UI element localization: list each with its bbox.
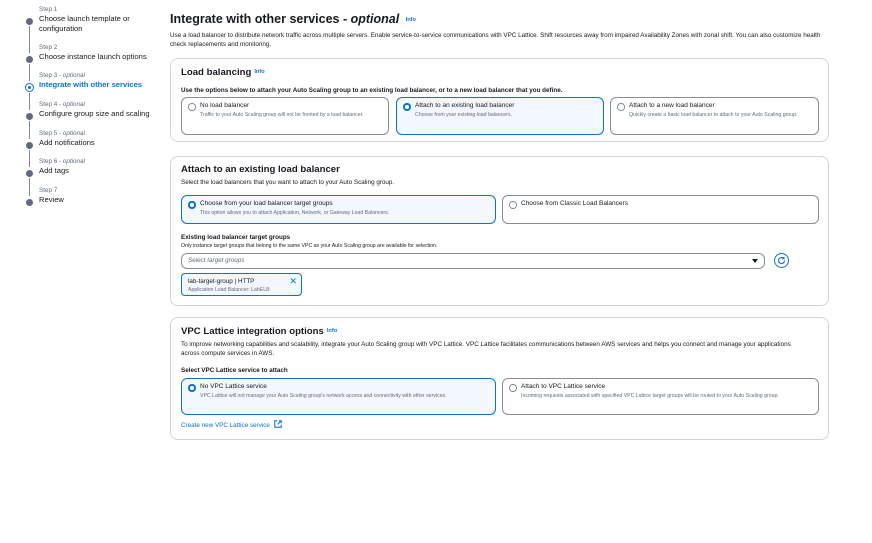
step-5[interactable]: Step 5 - optional Add notifications bbox=[24, 130, 160, 158]
option-attach-vpc-lattice[interactable]: Attach to VPC Lattice service Incoming r… bbox=[502, 378, 819, 415]
step-number: Step 7 bbox=[39, 187, 58, 194]
option-attach-new-load-balancer[interactable]: Attach to a new load balancer Quickly cr… bbox=[610, 97, 819, 135]
option-classic-load-balancers[interactable]: Choose from Classic Load Balancers bbox=[502, 195, 819, 224]
step-number: Step 2 bbox=[39, 44, 58, 51]
wizard-steps: Step 1 Choose launch template or configu… bbox=[24, 6, 160, 207]
step-7[interactable]: Step 7 Review bbox=[24, 187, 160, 207]
step-title[interactable]: Add notifications bbox=[39, 138, 160, 148]
caret-down-icon bbox=[752, 259, 758, 263]
step-title[interactable]: Configure group size and scaling bbox=[39, 109, 160, 119]
refresh-icon[interactable] bbox=[774, 253, 789, 268]
step-dot-icon bbox=[26, 18, 33, 25]
step-dot-icon bbox=[26, 170, 33, 177]
token-description: Application Load Balancer: LabELB bbox=[188, 287, 270, 293]
radio-icon[interactable] bbox=[403, 103, 411, 111]
section-subtitle: Select the load balancers that you want … bbox=[181, 179, 395, 186]
step-title[interactable]: Add tags bbox=[39, 166, 160, 176]
target-groups-hint: Only instance target groups that belong … bbox=[181, 243, 438, 249]
step-dot-icon bbox=[26, 142, 33, 149]
page-header: Integrate with other services - optional… bbox=[170, 11, 830, 49]
radio-icon[interactable] bbox=[509, 201, 517, 209]
step-title[interactable]: Choose instance launch options bbox=[39, 52, 160, 62]
target-groups-select[interactable]: Select target groups bbox=[181, 253, 765, 269]
step-dot-icon bbox=[25, 83, 34, 92]
step-number: Step 4 - optional bbox=[39, 101, 85, 108]
section-title: Load balancing Info bbox=[181, 67, 265, 78]
section-title: VPC Lattice integration options Info bbox=[181, 326, 338, 337]
close-icon[interactable]: ✕ bbox=[289, 276, 297, 286]
radio-icon[interactable] bbox=[188, 201, 196, 209]
step-title[interactable]: Choose launch template or configuration bbox=[39, 14, 149, 34]
option-target-groups[interactable]: Choose from your load balancer target gr… bbox=[181, 195, 496, 224]
step-number: Step 3 - optional bbox=[39, 72, 85, 79]
page-title: Integrate with other services - optional… bbox=[170, 12, 416, 26]
vpc-lattice-select-label: Select VPC Lattice service to attach bbox=[181, 367, 288, 374]
info-link[interactable]: Info bbox=[406, 17, 416, 23]
info-link[interactable]: Info bbox=[327, 328, 337, 334]
token-name: lab-target-group | HTTP bbox=[188, 278, 255, 285]
step-number: Step 1 bbox=[39, 6, 58, 13]
step-dot-icon bbox=[26, 56, 33, 63]
radio-icon[interactable] bbox=[188, 384, 196, 392]
info-link[interactable]: Info bbox=[254, 69, 264, 75]
step-1[interactable]: Step 1 Choose launch template or configu… bbox=[24, 6, 160, 44]
step-number: Step 6 - optional bbox=[39, 158, 85, 165]
radio-icon[interactable] bbox=[617, 103, 625, 111]
vpc-lattice-description: To improve networking capabilities and s… bbox=[181, 341, 791, 357]
load-balancing-instruction: Use the options below to attach your Aut… bbox=[181, 87, 563, 94]
attach-existing-container: Attach to an existing load balancer Sele… bbox=[170, 156, 829, 306]
step-3[interactable]: Step 3 - optional Integrate with other s… bbox=[24, 72, 160, 101]
step-dot-icon bbox=[26, 113, 33, 120]
load-balancing-container: Load balancing Info Use the options below… bbox=[170, 58, 829, 142]
step-title[interactable]: Integrate with other services bbox=[39, 80, 160, 90]
external-link-icon bbox=[273, 420, 282, 428]
option-no-vpc-lattice[interactable]: No VPC Lattice service VPC Lattice will … bbox=[181, 378, 496, 415]
step-2[interactable]: Step 2 Choose instance launch options bbox=[24, 44, 160, 72]
vpc-lattice-container: VPC Lattice integration options Info To i… bbox=[170, 317, 829, 440]
target-group-token: lab-target-group | HTTP Application Load… bbox=[181, 273, 302, 296]
target-groups-label: Existing load balancer target groups bbox=[181, 234, 291, 241]
page-description: Use a load balancer to distribute networ… bbox=[170, 32, 821, 48]
step-4[interactable]: Step 4 - optional Configure group size a… bbox=[24, 101, 160, 130]
section-title: Attach to an existing load balancer bbox=[181, 164, 340, 175]
step-dot-icon bbox=[26, 199, 33, 206]
create-vpc-lattice-link[interactable]: Create new VPC Lattice service bbox=[181, 420, 282, 429]
step-title[interactable]: Review bbox=[39, 195, 160, 205]
option-attach-existing-load-balancer[interactable]: Attach to an existing load balancer Choo… bbox=[396, 97, 604, 135]
radio-icon[interactable] bbox=[188, 103, 196, 111]
radio-icon[interactable] bbox=[509, 384, 517, 392]
step-6[interactable]: Step 6 - optional Add tags bbox=[24, 158, 160, 187]
option-no-load-balancer[interactable]: No load balancer Traffic to your Auto Sc… bbox=[181, 97, 389, 135]
step-number: Step 5 - optional bbox=[39, 130, 85, 137]
